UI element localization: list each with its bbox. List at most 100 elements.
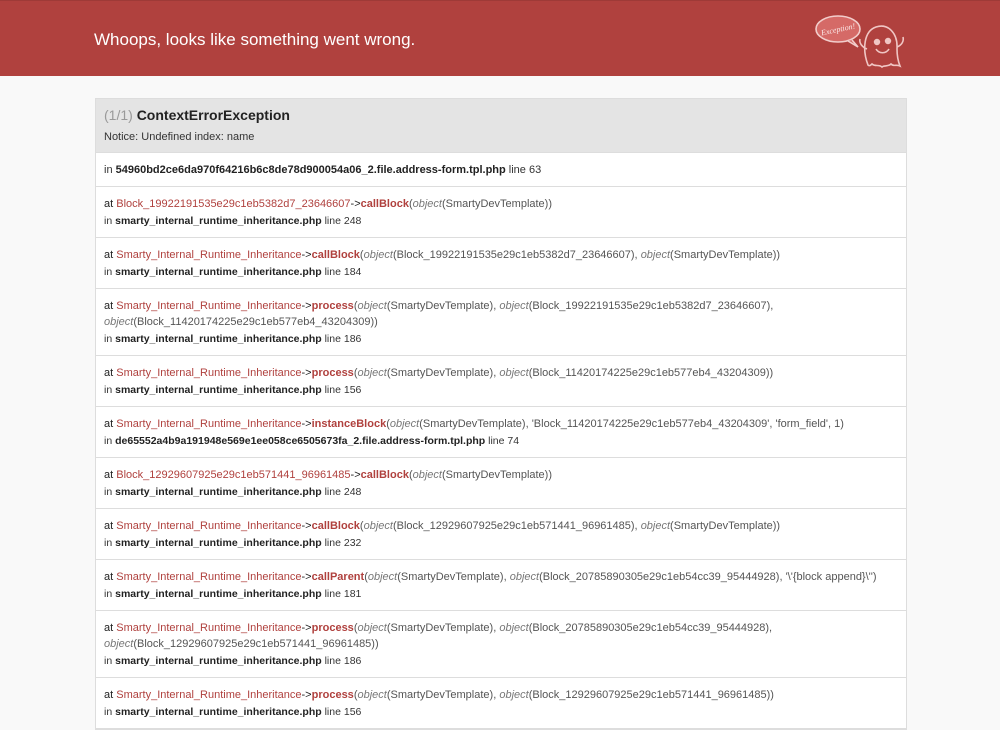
in-label: in — [104, 486, 113, 498]
frame-args: (object(SmartyDevTemplate)) — [408, 198, 553, 210]
at-label: at — [104, 469, 114, 481]
line-label: line — [508, 164, 526, 176]
in-label: in — [104, 655, 113, 667]
arrow-label: -> — [301, 367, 312, 379]
frame-call: at Smarty_Internal_Runtime_Inheritance->… — [104, 620, 898, 652]
in-label: in — [104, 537, 113, 549]
frame-args: (object(SmartyDevTemplate), 'Block_11420… — [386, 418, 844, 430]
frame-line: 63 — [528, 164, 542, 176]
frame-method: callBlock — [360, 198, 409, 210]
at-label: at — [104, 520, 114, 532]
exception-panel: (1/1) ContextErrorException Notice: Unde… — [95, 98, 907, 730]
frame-line: 186 — [343, 655, 362, 667]
frame-call: at Block_19922191535e29c1eb5382d7_236466… — [104, 196, 898, 212]
frame-file: smarty_internal_runtime_inheritance.php — [115, 266, 322, 278]
arrow-label: -> — [301, 418, 312, 430]
line-label: line — [324, 384, 341, 396]
stack-frame: at Smarty_Internal_Runtime_Inheritance->… — [96, 560, 906, 611]
frame-file: smarty_internal_runtime_inheritance.php — [115, 384, 322, 396]
frame-args: (object(Block_19922191535e29c1eb5382d7_2… — [359, 249, 781, 261]
frame-class[interactable]: Smarty_Internal_Runtime_Inheritance — [116, 300, 301, 312]
stack-frame: at Smarty_Internal_Runtime_Inheritance->… — [96, 289, 906, 356]
frame-line: 248 — [343, 215, 362, 227]
frame-call: at Smarty_Internal_Runtime_Inheritance->… — [104, 518, 898, 534]
frame-call: at Smarty_Internal_Runtime_Inheritance->… — [104, 569, 898, 585]
frame-line: 156 — [343, 706, 362, 718]
arrow-label: -> — [301, 520, 312, 532]
frame-location: in smarty_internal_runtime_inheritance.p… — [104, 484, 898, 500]
frame-line: 248 — [343, 486, 362, 498]
frame-file: 54960bd2ce6da970f64216b6c8de78d900054a06… — [115, 164, 506, 176]
exception-message: Notice: Undefined index: name — [104, 131, 255, 143]
in-label: in — [104, 266, 113, 278]
frame-method: callBlock — [311, 249, 360, 261]
frame-args: (object(Block_12929607925e29c1eb571441_9… — [359, 520, 781, 532]
frame-location: in smarty_internal_runtime_inheritance.p… — [104, 264, 898, 280]
frame-location: in smarty_internal_runtime_inheritance.p… — [104, 535, 898, 551]
frame-call: at Block_12929607925e29c1eb571441_969614… — [104, 467, 898, 483]
frame-line: 181 — [343, 588, 362, 600]
stack-frame-origin: in 54960bd2ce6da970f64216b6c8de78d900054… — [96, 153, 906, 187]
at-label: at — [104, 367, 114, 379]
at-label: at — [104, 622, 114, 634]
exception-ghost-logo: Exception! — [815, 15, 905, 69]
in-label: in — [104, 588, 113, 600]
at-label: at — [104, 300, 114, 312]
in-label: in — [104, 215, 113, 227]
frame-location: in de65552a4b9a191948e569e1ee058ce650567… — [104, 433, 898, 449]
frame-line: 186 — [343, 333, 362, 345]
stack-frame: at Smarty_Internal_Runtime_Inheritance->… — [96, 407, 906, 458]
frame-location: in smarty_internal_runtime_inheritance.p… — [104, 382, 898, 398]
frame-call: at Smarty_Internal_Runtime_Inheritance->… — [104, 365, 898, 381]
frame-file: smarty_internal_runtime_inheritance.php — [115, 588, 322, 600]
at-label: at — [104, 198, 114, 210]
frame-file: smarty_internal_runtime_inheritance.php — [115, 706, 322, 718]
frame-args: (object(SmartyDevTemplate)) — [408, 469, 553, 481]
frame-location: in smarty_internal_runtime_inheritance.p… — [104, 653, 898, 669]
stack-frame: at Smarty_Internal_Runtime_Inheritance->… — [96, 611, 906, 678]
frame-file: de65552a4b9a191948e569e1ee058ce6505673fa… — [115, 435, 486, 447]
frame-class[interactable]: Smarty_Internal_Runtime_Inheritance — [116, 520, 301, 532]
stack-frame: at Block_12929607925e29c1eb571441_969614… — [96, 458, 906, 509]
frame-line: 184 — [343, 266, 362, 278]
page-title: Whoops, looks like something went wrong. — [94, 30, 416, 49]
frame-class[interactable]: Block_19922191535e29c1eb5382d7_23646607 — [116, 198, 350, 210]
frame-args: (object(SmartyDevTemplate), object(Block… — [353, 367, 774, 379]
exception-name: ContextErrorException — [136, 107, 290, 123]
frame-location: in smarty_internal_runtime_inheritance.p… — [104, 213, 898, 229]
stack-frame: at Smarty_Internal_Runtime_Inheritance->… — [96, 356, 906, 407]
arrow-label: -> — [301, 249, 312, 261]
frame-line: 74 — [507, 435, 520, 447]
arrow-label: -> — [301, 571, 312, 583]
line-label: line — [324, 537, 341, 549]
stack-frame: at Smarty_Internal_Runtime_Inheritance->… — [96, 509, 906, 560]
frame-class[interactable]: Block_12929607925e29c1eb571441_96961485 — [116, 469, 350, 481]
line-label: line — [488, 435, 505, 447]
frame-class[interactable]: Smarty_Internal_Runtime_Inheritance — [116, 367, 301, 379]
frame-call: at Smarty_Internal_Runtime_Inheritance->… — [104, 416, 898, 432]
line-label: line — [324, 266, 341, 278]
frame-class[interactable]: Smarty_Internal_Runtime_Inheritance — [116, 249, 301, 261]
in-label: in — [104, 164, 113, 176]
frame-method: process — [311, 300, 354, 312]
frame-line: 232 — [343, 537, 362, 549]
exception-header: (1/1) ContextErrorException Notice: Unde… — [96, 99, 906, 153]
stack-frame: at Smarty_Internal_Runtime_Inheritance->… — [96, 678, 906, 729]
frame-method: callBlock — [360, 469, 409, 481]
line-label: line — [324, 333, 341, 345]
frame-line: 156 — [343, 384, 362, 396]
frame-class[interactable]: Smarty_Internal_Runtime_Inheritance — [116, 418, 301, 430]
line-label: line — [324, 706, 341, 718]
in-label: in — [104, 435, 113, 447]
frame-file: smarty_internal_runtime_inheritance.php — [115, 537, 322, 549]
frame-class[interactable]: Smarty_Internal_Runtime_Inheritance — [116, 622, 301, 634]
exception-count: (1/1) — [104, 107, 133, 123]
frame-class[interactable]: Smarty_Internal_Runtime_Inheritance — [116, 571, 301, 583]
frame-file: smarty_internal_runtime_inheritance.php — [115, 333, 322, 345]
frame-method: process — [311, 367, 354, 379]
stack-frame: at Block_19922191535e29c1eb5382d7_236466… — [96, 187, 906, 238]
stack-trace: at Block_19922191535e29c1eb5382d7_236466… — [96, 187, 906, 729]
line-label: line — [324, 655, 341, 667]
frame-location: in smarty_internal_runtime_inheritance.p… — [104, 331, 898, 347]
arrow-label: -> — [301, 300, 312, 312]
